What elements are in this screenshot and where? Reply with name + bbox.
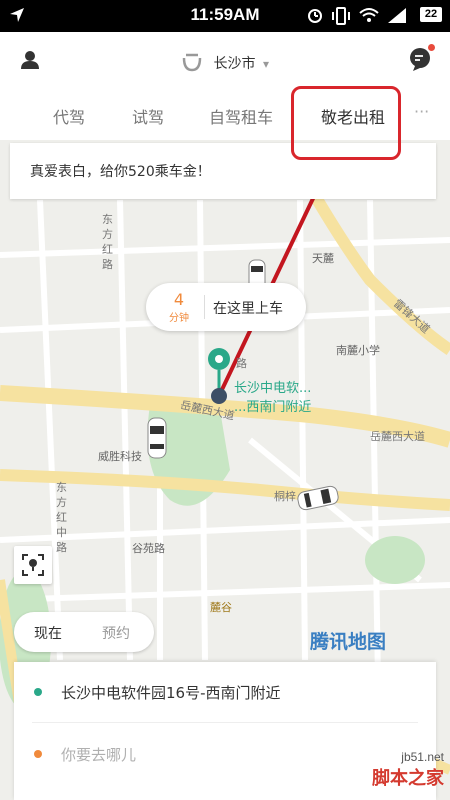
car-icon <box>147 417 167 459</box>
battery-indicator: 22 <box>420 7 442 22</box>
location-pin-icon <box>208 348 230 404</box>
app-header: 长沙市 ▾ <box>0 32 450 90</box>
location-pin <box>206 346 232 406</box>
map-label-yuelu-west-right: 岳麓西大道 <box>370 430 425 443</box>
eta-unit: 分钟 <box>169 313 189 324</box>
chevron-down-icon: ▾ <box>262 57 269 71</box>
map-label-guyuan-road: 谷苑路 <box>132 542 165 555</box>
locate-button[interactable] <box>14 546 52 584</box>
map-label-dongfanghong-zhonglu: 东方红中路 <box>56 481 67 554</box>
map-label-nanlu-school: 南麓小学 <box>336 344 380 357</box>
highlight-annotation <box>291 86 401 160</box>
map-label-tongzhao: 桐梓 <box>274 490 296 503</box>
time-toggle: 现在 预约 <box>14 612 154 652</box>
notification-dot <box>428 44 435 51</box>
to-dot <box>34 750 42 758</box>
city-name: 长沙市 <box>213 56 256 72</box>
pickup-poi-label: 长沙中电软... ...西南门附近 <box>234 381 312 415</box>
didi-logo-icon <box>182 53 202 72</box>
pickup-label: 在这里上车 <box>213 301 283 317</box>
pickup-bubble[interactable]: 4 分钟 在这里上车 <box>146 283 306 331</box>
promo-banner-text: 真爱表白，给你520乘车金！ <box>30 164 211 180</box>
eta-display: 4 分钟 <box>162 290 196 325</box>
divider <box>204 295 205 319</box>
wifi-icon <box>359 8 379 22</box>
alarm-icon <box>308 9 322 23</box>
map-label-lugu: 麓谷 <box>210 601 232 614</box>
locate-icon <box>22 554 44 576</box>
tencent-map-logo: 腾讯地图 <box>310 631 387 653</box>
message-button[interactable] <box>408 44 435 72</box>
signal-icon <box>388 8 406 23</box>
status-time: 11:59AM <box>190 5 260 24</box>
watermark-name: 脚本之家 <box>372 768 444 789</box>
divider <box>32 722 418 723</box>
toggle-now[interactable]: 现在 <box>34 623 62 643</box>
to-address-placeholder: 你要去哪儿 <box>61 746 137 764</box>
vibrate-icon <box>332 7 350 25</box>
map-label-dongfanghonglu: 东方红路 <box>102 213 113 271</box>
tab-shijia[interactable]: 试驾 <box>132 104 164 128</box>
from-address: 长沙中电软件园16号-西南门附近 <box>61 684 281 702</box>
city-selector[interactable]: 长沙市 ▾ <box>0 52 450 73</box>
tab-daijia[interactable]: 代驾 <box>53 104 85 128</box>
status-bar: 11:59AM 22 <box>0 0 450 32</box>
map-label-weisheng: 威胜科技 <box>98 450 142 463</box>
map-label-lu: 路 <box>236 357 247 370</box>
eta-minutes: 4 <box>173 290 185 309</box>
tab-zijia-zuche[interactable]: 自驾租车 <box>209 104 273 128</box>
site-watermark: jb51.net 脚本之家 <box>372 750 444 790</box>
car-icon <box>297 485 339 511</box>
watermark-site: jb51.net <box>401 750 444 764</box>
map-label-tianlu: 天麓 <box>312 252 334 265</box>
from-address-row[interactable]: 长沙中电软件园16号-西南门附近 <box>14 662 436 722</box>
from-dot <box>34 688 42 696</box>
tabs-more-button[interactable]: ··· <box>414 102 429 121</box>
toggle-reserve[interactable]: 预约 <box>102 623 130 643</box>
